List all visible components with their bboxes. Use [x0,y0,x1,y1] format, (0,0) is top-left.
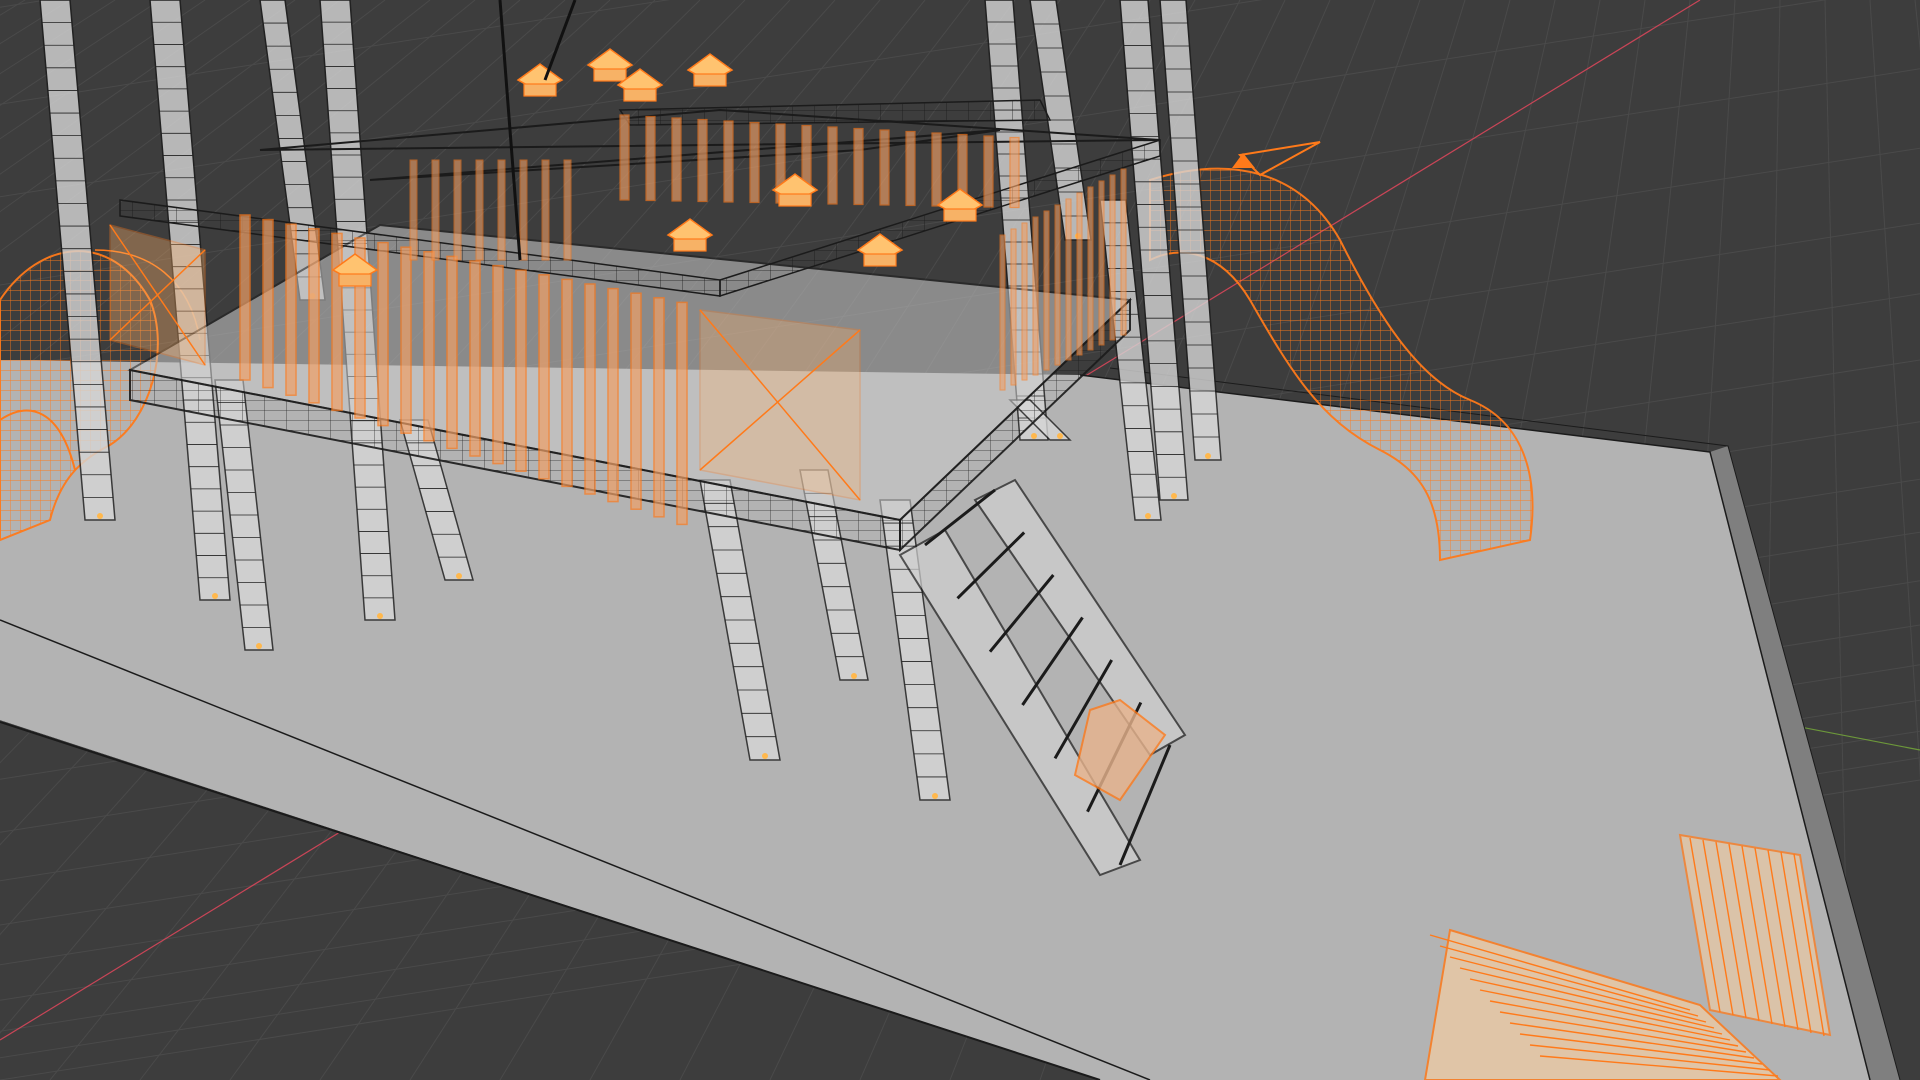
baluster [1054,204,1061,366]
baluster [999,234,1006,391]
baluster [331,232,343,412]
post-cap [686,53,734,87]
baluster [285,223,297,396]
baluster [879,129,890,206]
baluster [1009,136,1020,209]
origin-dot [377,613,383,619]
baluster [1065,198,1072,361]
origin-dot [1205,453,1211,459]
origin-dot [456,573,462,579]
cap-base [863,253,897,267]
baluster [723,120,734,203]
origin-dot [1057,433,1063,439]
baluster [308,228,320,404]
baluster [492,264,504,465]
3d-viewport[interactable] [0,0,1920,1080]
baluster [409,159,418,261]
baluster [1021,222,1028,381]
origin-dot [1171,493,1177,499]
baluster [561,278,573,488]
baluster [671,117,682,202]
baluster [645,115,656,202]
baluster [853,127,864,206]
baluster [497,159,506,261]
baluster [1043,210,1050,371]
origin-dot [1031,433,1037,439]
baluster [653,297,665,518]
cap-base [673,238,707,252]
grid-line [1914,0,1920,52]
baluster [541,159,550,261]
baluster [538,274,550,480]
grid-line [1869,0,1920,780]
origin-dot [851,673,857,679]
post-cap [936,188,984,222]
cap-base [523,83,557,97]
baluster [931,132,942,207]
baluster [377,241,389,427]
baluster [475,159,484,261]
post-cap [666,218,714,252]
cap-base [693,73,727,87]
baluster [1120,168,1127,336]
cap-base [623,88,657,102]
grid-line [0,0,50,8]
baluster [400,246,412,434]
origin-dot [932,793,938,799]
baluster [1087,186,1094,351]
baluster [1109,174,1116,341]
baluster [905,130,916,207]
baluster [469,260,481,457]
origin-dot [256,643,262,649]
cap-base [593,68,627,82]
baluster [1076,192,1083,356]
baluster [423,251,435,442]
baluster [584,283,596,495]
cap-base [943,208,977,222]
baluster [446,255,458,450]
baluster [519,159,528,261]
baluster [697,118,708,203]
cap-base [338,273,372,287]
baluster [1032,216,1039,376]
post-cap [516,63,564,97]
baluster [515,269,527,472]
baluster [563,159,572,261]
origin-dot [1145,513,1151,519]
baluster [827,126,838,205]
baluster [1098,180,1105,346]
baluster [453,159,462,261]
baluster [630,292,642,510]
post-cap [586,48,634,82]
baluster [676,301,688,526]
baluster [262,218,274,389]
baluster [983,135,994,208]
baluster [1010,228,1017,386]
origin-dot [762,753,768,759]
baluster [239,214,251,381]
baluster [607,287,619,503]
origin-dot [97,513,103,519]
origin-dot [212,593,218,599]
baluster [619,114,630,201]
baluster [749,121,760,204]
cap-base [778,193,812,207]
baluster [431,159,440,261]
